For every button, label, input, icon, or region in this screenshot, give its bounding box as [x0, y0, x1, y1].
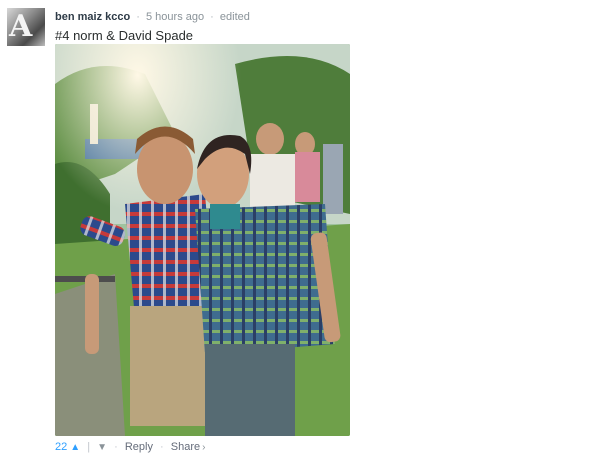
comment-footer: 22 ▲ | ▼ · Reply · Share › — [55, 439, 205, 456]
edited-label: edited — [219, 11, 250, 23]
comment-text: #4 norm & David Spade — [55, 28, 194, 43]
separator: · — [136, 11, 140, 23]
comment-timestamp[interactable]: 5 hours ago — [146, 11, 204, 23]
vote-count: 22 — [55, 441, 68, 453]
separator: · — [210, 11, 214, 23]
comment-photo[interactable] — [55, 44, 350, 436]
chevron-right-icon: › — [202, 442, 206, 453]
share-button[interactable]: Share — [171, 441, 200, 453]
separator: · — [160, 441, 164, 453]
avatar-image: A — [9, 9, 33, 44]
avatar[interactable]: A — [7, 8, 45, 46]
comment-header: ben maiz kcco · 5 hours ago · edited — [55, 9, 250, 25]
photo-image — [55, 44, 350, 436]
vote-divider: | — [87, 441, 91, 453]
separator: · — [114, 441, 118, 453]
chevron-down-icon[interactable]: ▼ — [97, 442, 107, 453]
reply-button[interactable]: Reply — [125, 441, 153, 453]
chevron-up-icon[interactable]: ▲ — [70, 442, 80, 453]
author-name[interactable]: ben maiz kcco — [55, 11, 130, 23]
